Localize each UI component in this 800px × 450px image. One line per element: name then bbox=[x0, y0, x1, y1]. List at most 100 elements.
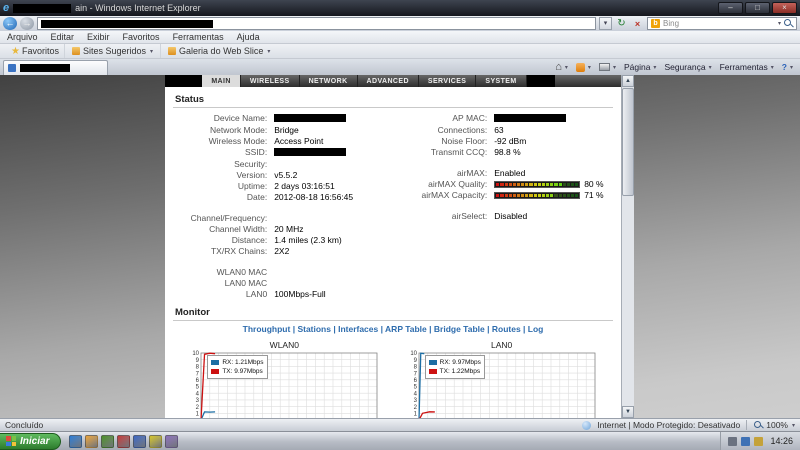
tray-icon[interactable] bbox=[754, 437, 763, 446]
status-value: Access Point bbox=[274, 136, 323, 147]
svg-text:2: 2 bbox=[196, 405, 200, 411]
site-tab-advanced[interactable]: ADVANCED bbox=[358, 75, 419, 87]
monitor-link-routes[interactable]: Routes bbox=[492, 324, 521, 334]
window-titlebar: e ain - Windows Internet Explorer – □ × bbox=[0, 0, 800, 16]
star-icon: ★ bbox=[11, 46, 20, 57]
monitor-link-log[interactable]: Log bbox=[528, 324, 544, 334]
page-scrollbar[interactable]: ▲ ▼ bbox=[621, 75, 634, 418]
bar-segment bbox=[521, 194, 524, 197]
tools-menu[interactable]: Ferramentas▾ bbox=[720, 62, 774, 72]
status-value: 20 MHz bbox=[274, 224, 303, 235]
close-button[interactable]: × bbox=[772, 2, 797, 14]
monitor-link-arp-table[interactable]: ARP Table bbox=[385, 324, 427, 334]
print-button[interactable]: ▾ bbox=[599, 63, 616, 71]
status-row: Noise Floor:-92 dBm bbox=[393, 136, 613, 147]
tray-icon[interactable] bbox=[728, 437, 737, 446]
menu-item-ferramentas[interactable]: Ferramentas bbox=[173, 32, 224, 42]
browser-tab[interactable] bbox=[3, 60, 108, 75]
menu-item-favoritos[interactable]: Favoritos bbox=[123, 32, 160, 42]
bar-segment bbox=[529, 194, 532, 197]
status-row: Connections:63 bbox=[393, 125, 613, 136]
search-icon[interactable] bbox=[784, 19, 793, 28]
status-value: 2X2 bbox=[274, 246, 289, 257]
refresh-icon[interactable]: ↻ bbox=[615, 18, 628, 29]
svg-text:8: 8 bbox=[196, 365, 200, 371]
status-value bbox=[494, 113, 566, 125]
quick-launch-app-icon[interactable] bbox=[101, 435, 114, 448]
site-tab-services[interactable]: SERVICES bbox=[419, 75, 476, 87]
safety-menu[interactable]: Segurança▾ bbox=[664, 62, 711, 72]
site-tab-wireless[interactable]: WIRELESS bbox=[241, 75, 300, 87]
site-tab-main[interactable]: MAIN bbox=[202, 75, 241, 87]
favorites-item[interactable]: Galeria do Web Slice▾ bbox=[160, 44, 277, 58]
redacted-strip-item bbox=[527, 75, 555, 87]
status-row: Network Mode:Bridge bbox=[173, 125, 393, 136]
legend-swatch bbox=[211, 360, 219, 365]
monitor-link-throughput[interactable]: Throughput bbox=[243, 324, 291, 334]
start-button[interactable]: Iniciar bbox=[0, 433, 61, 450]
forward-button[interactable]: → bbox=[20, 17, 34, 30]
feeds-button[interactable]: ▾ bbox=[576, 63, 591, 72]
svg-text:6: 6 bbox=[196, 378, 200, 384]
link-separator: | bbox=[427, 324, 434, 334]
search-input[interactable]: b Bing ▾ bbox=[647, 17, 797, 30]
quick-launch-app-icon[interactable] bbox=[133, 435, 146, 448]
address-bar-row: ← → ▾ ↻ × b Bing ▾ bbox=[0, 16, 800, 31]
address-dropdown[interactable]: ▾ bbox=[599, 17, 612, 30]
quick-launch-app-icon[interactable] bbox=[69, 435, 82, 448]
svg-text:9: 9 bbox=[196, 358, 200, 364]
bar-segment bbox=[559, 183, 562, 186]
bar-segment bbox=[563, 183, 566, 186]
menu-item-ajuda[interactable]: Ajuda bbox=[237, 32, 260, 42]
favorites-button[interactable]: ★ Favoritos bbox=[4, 44, 64, 58]
bar-segment bbox=[509, 183, 512, 186]
home-icon: ⌂ bbox=[555, 62, 562, 72]
site-tab-network[interactable]: NETWORK bbox=[300, 75, 358, 87]
back-button[interactable]: ← bbox=[3, 17, 17, 30]
monitor-link-stations[interactable]: Stations bbox=[297, 324, 331, 334]
maximize-button[interactable]: □ bbox=[745, 2, 770, 14]
home-button[interactable]: ⌂▾ bbox=[555, 62, 568, 72]
stop-icon[interactable]: × bbox=[631, 19, 644, 29]
bar-segment bbox=[500, 194, 503, 197]
menu-item-arquivo[interactable]: Arquivo bbox=[7, 32, 38, 42]
quick-launch-app-icon[interactable] bbox=[85, 435, 98, 448]
monitor-link-bridge-table[interactable]: Bridge Table bbox=[434, 324, 485, 334]
minimize-button[interactable]: – bbox=[718, 2, 743, 14]
tray-icon[interactable] bbox=[741, 437, 750, 446]
search-dropdown-icon[interactable]: ▾ bbox=[778, 20, 781, 27]
status-value: 63 bbox=[494, 125, 503, 136]
chart-plot: 12345678910Mbps0RX: 1.21MbpsTX: 9.97Mbps bbox=[186, 350, 382, 418]
status-label: Device Name: bbox=[173, 113, 274, 125]
window-title: ain - Windows Internet Explorer bbox=[75, 3, 201, 13]
status-row: AP MAC: bbox=[393, 113, 613, 125]
scroll-up-icon[interactable]: ▲ bbox=[622, 75, 634, 87]
page-menu[interactable]: Página▾ bbox=[624, 62, 656, 72]
redacted-url bbox=[41, 20, 213, 28]
monitor-link-interfaces[interactable]: Interfaces bbox=[338, 324, 378, 334]
site-tab-system[interactable]: SYSTEM bbox=[476, 75, 526, 87]
status-row: Channel/Frequency: bbox=[173, 213, 393, 224]
chart-title: WLAN0 bbox=[186, 340, 382, 350]
command-bar: ⌂▾ ▾ ▾ Página▾ Segurança▾ Ferramentas▾ ?… bbox=[551, 59, 797, 75]
redacted-value bbox=[274, 148, 346, 156]
quick-launch-app-icon[interactable] bbox=[165, 435, 178, 448]
quick-launch-app-icon[interactable] bbox=[117, 435, 130, 448]
status-right-column: AP MAC:Connections:63Noise Floor:-92 dBm… bbox=[393, 113, 613, 300]
menu-item-editar[interactable]: Editar bbox=[51, 32, 75, 42]
favorites-item[interactable]: Sites Sugeridos▾ bbox=[64, 44, 160, 58]
address-input[interactable] bbox=[37, 17, 596, 30]
status-row: airSelect:Disabled bbox=[393, 211, 613, 222]
zoom-control[interactable]: 100% ▾ bbox=[746, 420, 795, 430]
windows-logo-icon bbox=[6, 436, 16, 446]
zoom-level: 100% bbox=[766, 420, 788, 430]
chart-lan0: LAN012345678910Mbps0RX: 9.97MbpsTX: 1.22… bbox=[404, 340, 600, 418]
svg-text:2: 2 bbox=[413, 405, 417, 411]
scroll-down-icon[interactable]: ▼ bbox=[622, 406, 634, 418]
menu-item-exibir[interactable]: Exibir bbox=[87, 32, 110, 42]
help-menu[interactable]: ?▾ bbox=[782, 62, 793, 72]
internet-zone-icon bbox=[582, 421, 591, 430]
scrollbar-thumb[interactable] bbox=[622, 88, 634, 196]
redacted-title-text bbox=[13, 4, 71, 13]
quick-launch-app-icon[interactable] bbox=[149, 435, 162, 448]
